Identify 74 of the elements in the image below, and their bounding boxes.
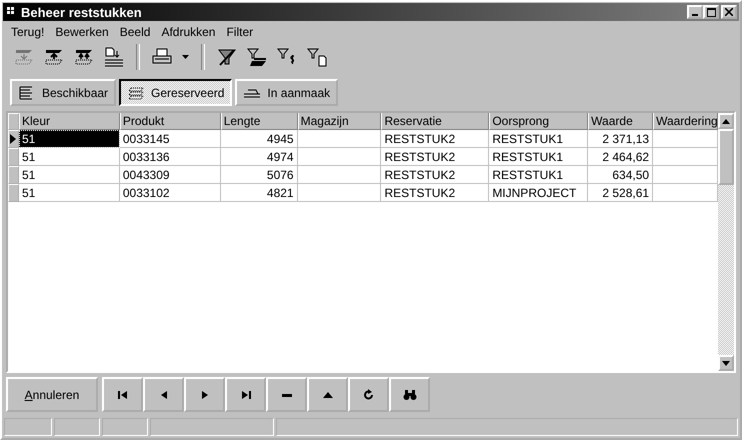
menu-item[interactable]: Terug! xyxy=(6,24,50,38)
navigator-button[interactable] xyxy=(389,377,430,412)
menu-item[interactable]: Bewerken xyxy=(50,24,115,38)
table-cell: RESTSTUK2 xyxy=(381,166,490,184)
table-cell: 4974 xyxy=(220,148,298,166)
scrollbar[interactable] xyxy=(718,113,734,371)
table-cell: 0043309 xyxy=(120,166,221,184)
tab[interactable]: Gereserveerd xyxy=(119,79,232,106)
filter-icon xyxy=(216,47,238,67)
menu-item[interactable]: Beeld xyxy=(114,24,156,38)
app-icon[interactable] xyxy=(7,7,17,17)
table-cell: 51 xyxy=(18,148,120,166)
cancel-button[interactable]: Annuleren xyxy=(6,377,98,412)
table-cell: 2 371,13 xyxy=(588,130,654,148)
table-cell: RESTSTUK1 xyxy=(489,166,588,184)
table-cell: RESTSTUK2 xyxy=(381,148,490,166)
column-header[interactable]: Lengte xyxy=(220,113,298,130)
status-panel xyxy=(54,418,100,436)
column-header[interactable]: Oorsprong xyxy=(489,113,588,130)
first-record-icon xyxy=(116,388,130,400)
column-header[interactable]: Reservatie xyxy=(381,113,490,130)
scroll-thumb[interactable] xyxy=(718,129,734,185)
navigator-button[interactable] xyxy=(266,377,307,412)
tab[interactable]: Beschikbaar xyxy=(10,79,116,106)
filter-icon xyxy=(306,47,328,67)
dropdown-arrow-icon[interactable] xyxy=(182,55,189,59)
table-cell: 5076 xyxy=(220,166,298,184)
scroll-up-icon[interactable] xyxy=(722,118,730,124)
navigator-button[interactable] xyxy=(307,377,348,412)
column-header[interactable]: Waarde xyxy=(588,113,654,130)
list-icon xyxy=(127,86,146,100)
table-cell: 0033102 xyxy=(120,184,221,202)
filter-icon xyxy=(246,47,268,67)
table-cell: 2 528,61 xyxy=(588,184,654,202)
tab[interactable]: In aanmaak xyxy=(235,79,338,106)
table-cell: RESTSTUK2 xyxy=(381,184,490,202)
close-icon xyxy=(725,8,733,16)
column-header[interactable]: Produkt xyxy=(120,113,221,130)
status-panel xyxy=(4,418,52,436)
maximize-button[interactable] xyxy=(703,5,719,19)
layers-icon xyxy=(13,47,35,67)
navigator-button[interactable] xyxy=(102,377,143,412)
table-cell: MIJNPROJECT xyxy=(489,184,588,202)
row-indicator[interactable] xyxy=(8,130,19,148)
table-cell: 4945 xyxy=(220,130,298,148)
maximize-icon xyxy=(706,8,716,16)
column-header[interactable]: Waardering xyxy=(653,113,718,130)
table-cell: 51 xyxy=(18,166,120,184)
window-title: Beheer reststukken xyxy=(21,4,143,20)
menu-item[interactable]: Filter xyxy=(221,24,260,38)
navigator-button[interactable] xyxy=(225,377,266,412)
table-cell: 4821 xyxy=(220,184,298,202)
menu-item[interactable]: Afdrukken xyxy=(156,24,222,38)
binoculars-icon xyxy=(402,388,416,400)
table-cell: RESTSTUK1 xyxy=(489,148,588,166)
table-cell: 0033145 xyxy=(120,130,221,148)
layers-icon xyxy=(73,47,95,67)
status-panel xyxy=(102,418,148,436)
table-cell: 634,50 xyxy=(588,166,654,184)
table-cell: 51 xyxy=(18,130,120,148)
layers-icon xyxy=(43,47,65,67)
table-cell: 2 464,62 xyxy=(588,148,654,166)
close-button[interactable] xyxy=(721,5,737,19)
minimize-button[interactable] xyxy=(687,5,703,19)
refresh-icon xyxy=(362,388,376,400)
table-cell: RESTSTUK2 xyxy=(381,130,490,148)
scroll-down-icon[interactable] xyxy=(722,360,730,366)
column-header[interactable]: Kleur xyxy=(18,113,120,130)
table-cell: 0033136 xyxy=(120,148,221,166)
table-cell: RESTSTUK1 xyxy=(489,130,588,148)
table-cell: 51 xyxy=(18,184,120,202)
column-header[interactable]: Magazijn xyxy=(298,113,382,130)
layers-icon xyxy=(103,47,125,67)
navigator-button[interactable] xyxy=(348,377,389,412)
